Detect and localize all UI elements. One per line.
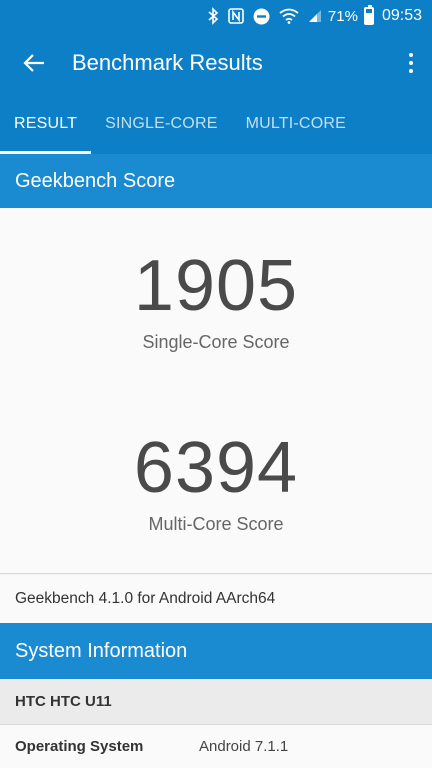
back-button[interactable]	[0, 32, 68, 94]
nfc-icon	[228, 6, 244, 26]
tab-multi-core[interactable]: MULTI-CORE	[232, 94, 360, 154]
signal-icon	[308, 6, 322, 26]
arrow-left-icon	[23, 54, 44, 72]
app-bar: Benchmark Results	[0, 32, 432, 94]
more-vert-icon	[409, 53, 413, 73]
overflow-menu-button[interactable]	[390, 32, 432, 94]
multi-core-score-value: 6394	[133, 428, 299, 508]
battery-percent: 71%	[327, 7, 358, 25]
system-information-header: System Information	[0, 623, 432, 679]
info-value: Android 7.1.1	[199, 738, 289, 755]
do-not-disturb-icon	[253, 6, 270, 26]
geekbench-score-header: Geekbench Score	[0, 154, 432, 208]
tab-bar: RESULT SINGLE-CORE MULTI-CORE	[0, 94, 432, 154]
battery-icon	[363, 5, 374, 25]
multi-core-score-label: Multi-Core Score	[148, 514, 284, 534]
tab-result[interactable]: RESULT	[0, 94, 92, 154]
bluetooth-icon	[207, 6, 219, 26]
score-card: 1905 Single-Core Score 6394 Multi-Core S…	[0, 208, 432, 574]
clock: 09:53	[381, 7, 422, 24]
single-core-score-value: 1905	[133, 246, 299, 326]
info-key: Operating System	[15, 738, 144, 755]
version-info: Geekbench 4.1.0 for Android AArch64	[0, 575, 432, 623]
status-bar: 71% 09:53	[0, 0, 432, 32]
device-name: HTC HTC U11	[0, 679, 432, 725]
single-core-score-label: Single-Core Score	[142, 332, 290, 352]
tab-single-core[interactable]: SINGLE-CORE	[91, 94, 231, 154]
info-row-operating-system: Operating System Android 7.1.1	[0, 725, 432, 768]
wifi-icon	[279, 6, 299, 26]
page-title: Benchmark Results	[72, 50, 263, 75]
